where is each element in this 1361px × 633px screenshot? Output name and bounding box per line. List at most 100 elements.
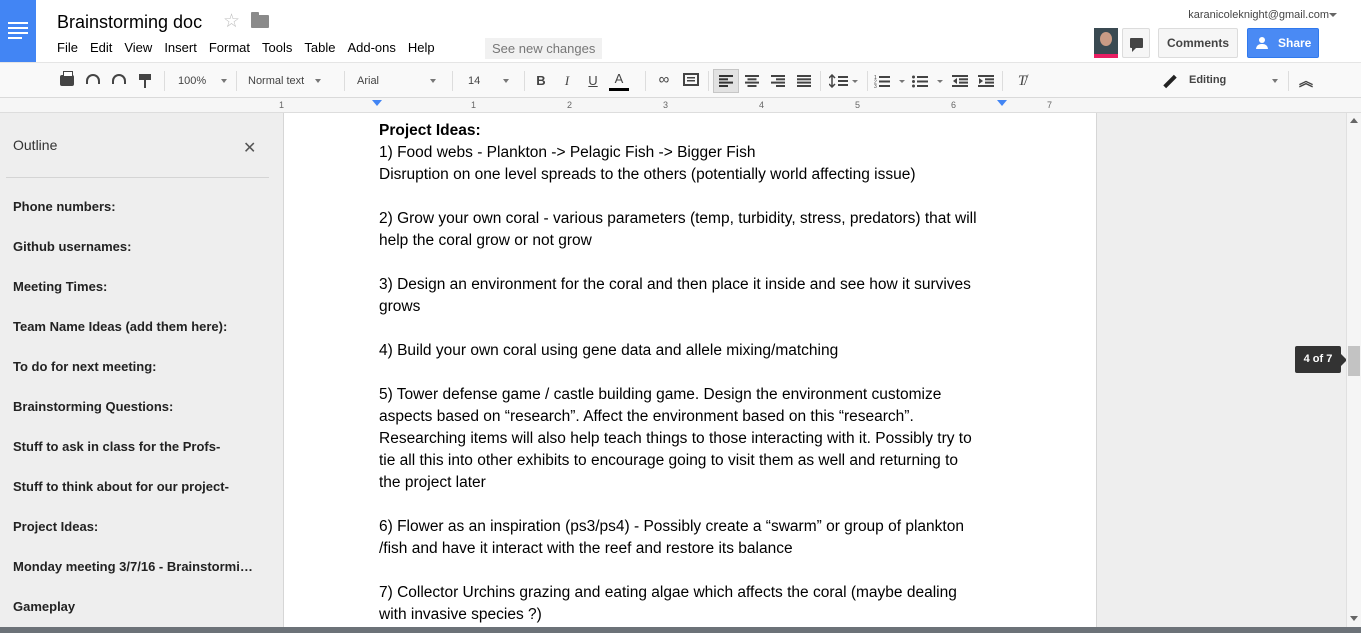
outline-item[interactable]: Monday meeting 3/7/16 - Brainstormi… [13, 559, 265, 574]
ruler-number: 1 [279, 100, 285, 110]
outline-item[interactable]: Project Ideas: [13, 519, 265, 534]
close-icon[interactable]: ✕ [243, 138, 256, 158]
google-docs-window: Brainstorming doc ☆ File Edit View Inser… [0, 0, 1361, 633]
bold-button[interactable]: B [533, 69, 549, 93]
document-page[interactable]: Project Ideas: 1) Food webs - Plankton -… [283, 113, 1097, 633]
redo-icon[interactable] [112, 74, 126, 84]
chevron-down-icon [1272, 79, 1278, 83]
star-icon[interactable]: ☆ [223, 10, 240, 33]
style-select[interactable]: Normal text [248, 69, 332, 93]
docs-home-icon[interactable] [0, 0, 36, 62]
align-right-button[interactable] [768, 69, 788, 93]
menu-help[interactable]: Help [408, 40, 435, 55]
menu-edit[interactable]: Edit [90, 40, 112, 55]
paint-format-icon[interactable] [139, 74, 151, 88]
outline-item[interactable]: To do for next meeting: [13, 359, 265, 374]
collapse-menu-icon[interactable]: ︽ [1296, 71, 1316, 91]
scroll-down-icon[interactable] [1350, 616, 1358, 621]
ruler: 1 1 2 3 4 5 6 7 [0, 98, 1361, 113]
ruler-number: 6 [951, 100, 957, 110]
numbered-list-icon[interactable]: 123 [873, 69, 907, 93]
document-line: 4) Build your own coral using gene data … [379, 342, 839, 359]
document-line [379, 494, 1019, 516]
menu-format[interactable]: Format [209, 40, 250, 55]
outline-item[interactable]: Brainstorming Questions: [13, 399, 265, 414]
share-button[interactable]: Share [1247, 28, 1319, 58]
document-line: 6) Flower as an inspiration (ps3/ps4) - … [379, 518, 964, 535]
font-size-value: 14 [468, 75, 481, 87]
account-caret-icon[interactable] [1329, 13, 1337, 17]
print-icon[interactable] [60, 71, 74, 86]
folder-icon[interactable] [251, 12, 269, 28]
undo-icon[interactable] [86, 74, 100, 84]
editing-mode-select[interactable]: Editing [1160, 69, 1284, 93]
zoom-select[interactable]: 100% [178, 69, 228, 93]
font-value: Arial [357, 75, 380, 87]
menu-insert[interactable]: Insert [164, 40, 197, 55]
pencil-icon [1163, 74, 1177, 89]
page-indicator: 4 of 7 [1295, 346, 1347, 373]
chevron-down-icon [430, 79, 437, 84]
outline-item[interactable]: Stuff to ask in class for the Profs- [13, 439, 265, 454]
decrease-indent-icon[interactable] [950, 69, 970, 93]
underline-button[interactable]: U [585, 69, 601, 93]
document-line: 7) Collector Urchins grazing and eating … [379, 584, 957, 601]
document-heading: Project Ideas: [379, 122, 481, 139]
style-value: Normal text [248, 75, 305, 87]
editing-mode-value: Editing [1189, 74, 1227, 86]
document-line: Researching items will also help teach t… [379, 430, 972, 447]
avatar[interactable] [1094, 28, 1118, 58]
align-center-button[interactable] [742, 69, 762, 93]
vertical-scrollbar[interactable] [1346, 113, 1361, 633]
comments-button[interactable]: Comments [1158, 28, 1238, 58]
text-color-button[interactable]: A [609, 69, 629, 91]
bulleted-list-icon[interactable] [911, 69, 945, 93]
menu-table[interactable]: Table [304, 40, 335, 55]
ruler-number: 5 [855, 100, 861, 110]
font-size-select[interactable]: 14 [468, 69, 516, 93]
outline-item[interactable]: Phone numbers: [13, 199, 265, 214]
document-line [379, 252, 1019, 274]
ruler-number: 3 [663, 100, 669, 110]
italic-button[interactable]: I [559, 69, 575, 93]
chat-button[interactable] [1122, 28, 1150, 58]
formatting-toolbar: 100% Normal text Arial 14 B I U A ∞ 1 2 … [0, 62, 1361, 98]
justify-button[interactable] [794, 69, 814, 93]
outline-item[interactable]: Team Name Ideas (add them here): [13, 319, 265, 334]
comment-add-icon[interactable] [682, 69, 700, 93]
scroll-thumb[interactable] [1348, 346, 1360, 376]
document-title[interactable]: Brainstorming doc [57, 12, 202, 33]
menu-view[interactable]: View [124, 40, 152, 55]
person-icon [1256, 37, 1270, 49]
clear-formatting-icon[interactable]: T̸ [1012, 69, 1032, 93]
see-new-changes-button[interactable]: See new changes [485, 38, 603, 59]
header: Brainstorming doc ☆ File Edit View Inser… [0, 0, 1361, 62]
outline-item[interactable]: Stuff to think about for our project- [13, 479, 265, 494]
outline-item[interactable]: Gameplay [13, 599, 265, 614]
document-line: 2) Grow your own coral - various paramet… [379, 210, 977, 227]
document-line: 5) Tower defense game / castle building … [379, 386, 942, 403]
outline-item[interactable]: Meeting Times: [13, 279, 265, 294]
right-indent-marker[interactable] [997, 100, 1007, 106]
document-line: with invasive species ?) [379, 606, 542, 623]
font-select[interactable]: Arial [357, 69, 441, 93]
increase-indent-icon[interactable] [976, 69, 996, 93]
document-line: grows [379, 298, 421, 315]
link-icon[interactable]: ∞ [654, 69, 674, 93]
taskbar [0, 627, 1361, 633]
account-email[interactable]: karanicoleknight@gmail.com [1188, 9, 1329, 21]
menu-addons[interactable]: Add-ons [347, 40, 395, 55]
scroll-up-icon[interactable] [1350, 118, 1358, 123]
align-left-button[interactable] [713, 69, 739, 93]
menu-tools[interactable]: Tools [262, 40, 292, 55]
left-indent-marker[interactable] [372, 100, 382, 106]
outline-item[interactable]: Github usernames: [13, 239, 265, 254]
menu-file[interactable]: File [57, 40, 78, 55]
document-line: tie all this into other exhibits to enco… [379, 452, 958, 469]
svg-text:3: 3 [874, 84, 877, 88]
line-spacing-icon[interactable] [828, 69, 860, 93]
document-line [379, 318, 1019, 340]
document-body[interactable]: Project Ideas: 1) Food webs - Plankton -… [379, 120, 1019, 626]
document-line: the project later [379, 474, 486, 491]
chat-icon [1130, 38, 1143, 52]
